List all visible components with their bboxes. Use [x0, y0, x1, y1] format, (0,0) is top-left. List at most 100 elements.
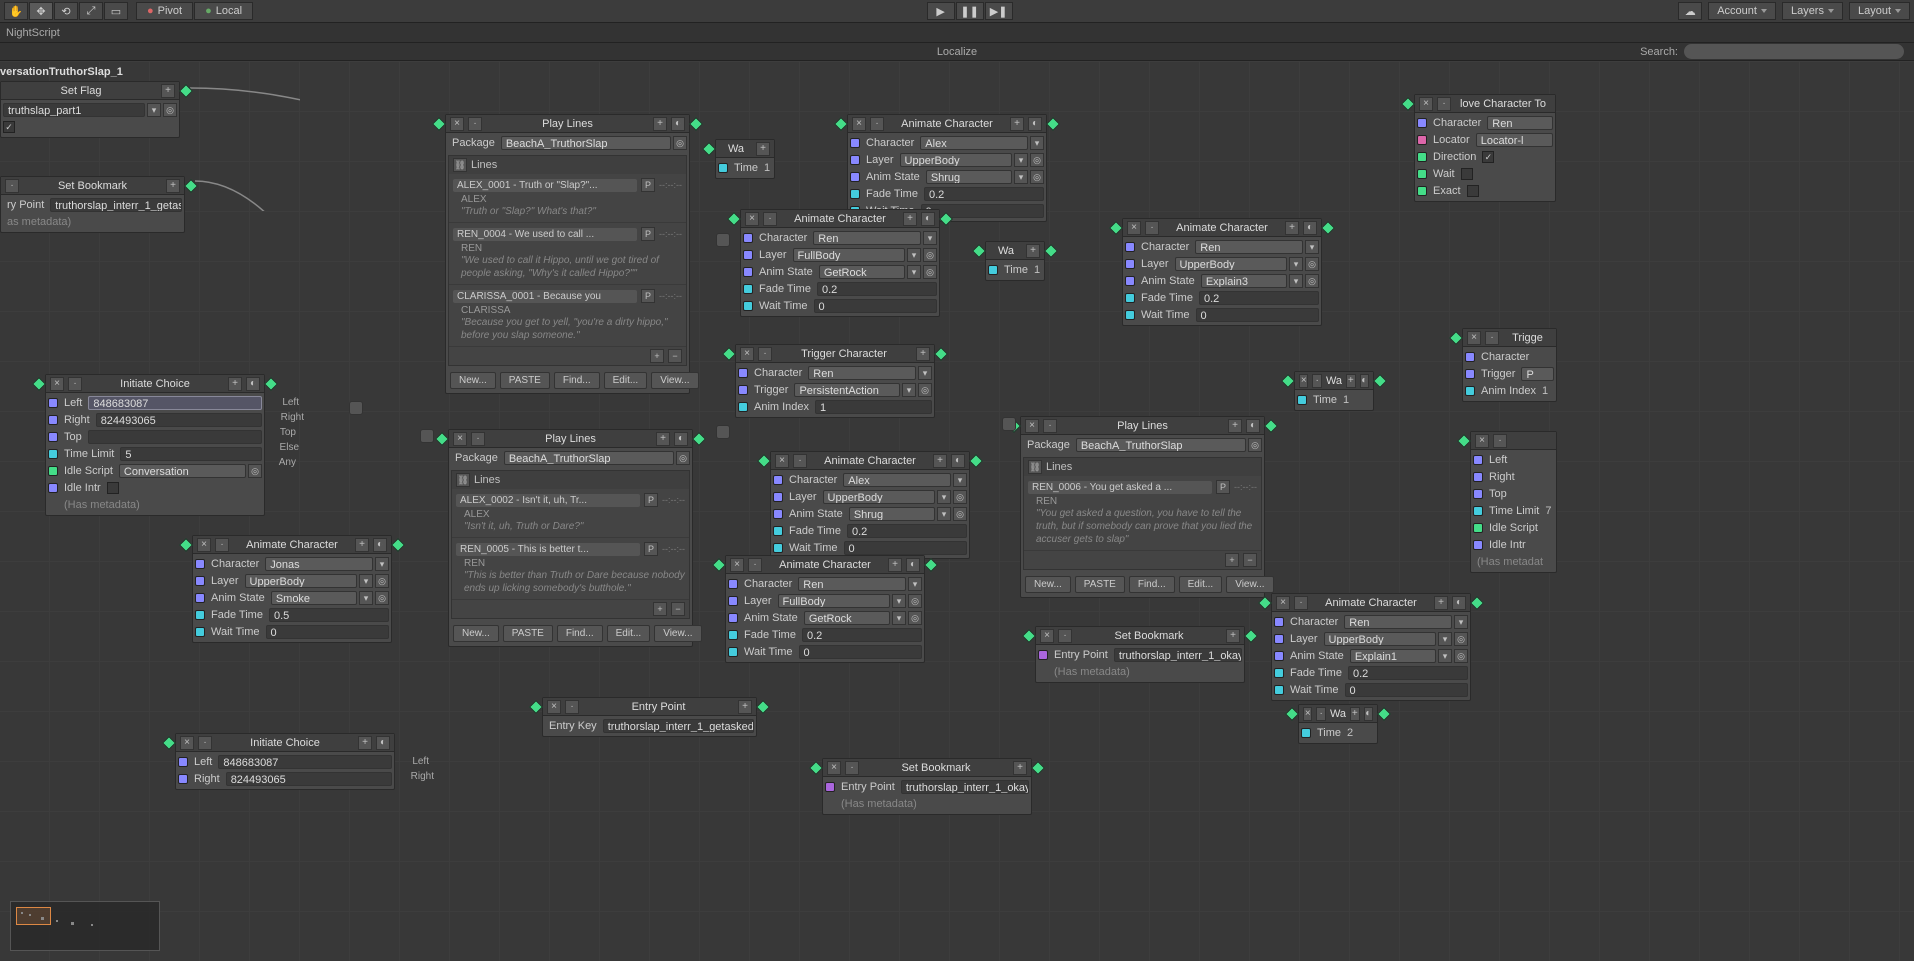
settings-button[interactable]: ◐ — [1452, 596, 1466, 610]
wait-field[interactable]: 0 — [814, 299, 938, 313]
reroute-node[interactable] — [349, 401, 363, 415]
close-button[interactable]: × — [1303, 707, 1312, 721]
add-button[interactable]: + — [933, 454, 947, 468]
rect-tool[interactable]: ▭ — [104, 2, 128, 20]
step-button[interactable]: ▶❚ — [985, 2, 1013, 20]
node-animate-character[interactable]: ×·Animate Character+◐ CharacterAlex▾ Lay… — [770, 451, 970, 559]
input-port[interactable] — [1125, 276, 1135, 286]
exec-out-port[interactable] — [1377, 707, 1391, 721]
close-button[interactable]: × — [745, 212, 759, 226]
line-item[interactable]: REN_0005 - This is better t...P--:--:-- … — [452, 538, 689, 600]
entry-field[interactable]: truthorslap_interr_1_okayso — [901, 780, 1029, 794]
node-animate-character[interactable]: ×·Animate Character+◐ CharacterAlex▾ Lay… — [847, 114, 1047, 222]
input-port[interactable] — [1274, 668, 1284, 678]
target-button[interactable]: ◎ — [1248, 438, 1262, 452]
dropdown-button[interactable]: ▾ — [923, 231, 937, 245]
layer-field[interactable]: UpperBody — [823, 490, 935, 504]
target-button[interactable]: ◎ — [1454, 649, 1468, 663]
input-port[interactable] — [1473, 540, 1483, 550]
input-port[interactable] — [1125, 310, 1135, 320]
dropdown-button[interactable]: ▾ — [937, 490, 951, 504]
line-preview[interactable]: P — [641, 289, 655, 303]
wait-field[interactable]: 0 — [799, 645, 923, 659]
exec-in-port[interactable] — [1449, 331, 1463, 345]
wait-field[interactable]: 0 — [1345, 683, 1469, 697]
input-port[interactable] — [728, 613, 738, 623]
exec-in-port[interactable] — [529, 700, 543, 714]
input-port[interactable] — [738, 385, 748, 395]
exec-out-port[interactable] — [184, 179, 198, 193]
dropdown-button[interactable]: ▾ — [937, 507, 951, 521]
collapse-button[interactable]: · — [215, 538, 229, 552]
exec-in-port[interactable] — [1401, 97, 1415, 111]
node-play-lines[interactable]: ×·Play Lines+◐ PackageBeachA_TruthorSlap… — [1020, 416, 1265, 598]
view-button[interactable]: View... — [1226, 576, 1273, 593]
input-port[interactable] — [850, 138, 860, 148]
exec-in-port[interactable] — [1109, 221, 1123, 235]
remove-line[interactable]: − — [1243, 553, 1257, 567]
fade-field[interactable]: 0.2 — [924, 187, 1044, 201]
direction-checkbox[interactable] — [1482, 151, 1494, 163]
exec-out-port[interactable] — [1264, 419, 1278, 433]
dropdown-button[interactable]: ▾ — [1030, 136, 1044, 150]
node-wait[interactable]: Wa+ Time1 — [985, 241, 1045, 281]
target-button[interactable]: ◎ — [1030, 170, 1044, 184]
close-button[interactable]: × — [852, 117, 866, 131]
node-entry-point[interactable]: ×·Entry Point+ Entry Keytruthorslap_inte… — [542, 697, 757, 737]
collapse-button[interactable]: · — [565, 700, 579, 714]
collapse-button[interactable]: · — [468, 117, 482, 131]
collapse-button[interactable]: · — [471, 432, 485, 446]
settings-button[interactable]: ◐ — [921, 212, 935, 226]
collapse-button[interactable]: · — [5, 179, 19, 193]
edit-button[interactable]: Edit... — [607, 625, 651, 642]
input-port[interactable] — [1417, 186, 1427, 196]
settings-button[interactable]: ◐ — [1246, 419, 1260, 433]
dropdown-button[interactable]: ▾ — [1305, 240, 1319, 254]
fade-field[interactable]: 0.2 — [802, 628, 922, 642]
node-canvas[interactable]: versationTruthorSlap_1 Set Flag + truths… — [0, 61, 1914, 961]
exec-in-port[interactable] — [809, 761, 823, 775]
exec-in-port[interactable] — [435, 432, 449, 446]
add-button[interactable]: + — [653, 117, 667, 131]
input-port[interactable] — [850, 172, 860, 182]
package-field[interactable]: BeachA_TruthorSlap — [501, 136, 671, 150]
exec-in-port[interactable] — [32, 377, 46, 391]
dropdown-button[interactable]: ▾ — [1014, 170, 1028, 184]
input-port[interactable] — [178, 774, 188, 784]
node-animate-character[interactable]: ×·Animate Character+◐ CharacterJonas▾ La… — [192, 535, 392, 643]
package-field[interactable]: BeachA_TruthorSlap — [1076, 438, 1246, 452]
remove-line[interactable]: − — [668, 349, 682, 363]
target-button[interactable]: ◎ — [1305, 274, 1319, 288]
target-button[interactable]: ◎ — [163, 103, 177, 117]
target-button[interactable]: ◎ — [918, 383, 932, 397]
input-port[interactable] — [1473, 506, 1483, 516]
input-port[interactable] — [743, 250, 753, 260]
link-icon[interactable]: ⛓ — [456, 473, 470, 487]
input-port[interactable] — [1274, 651, 1284, 661]
hand-tool[interactable]: ✋ — [4, 2, 28, 20]
close-button[interactable]: × — [775, 454, 789, 468]
add-button[interactable]: + — [1285, 221, 1299, 235]
target-button[interactable]: ◎ — [673, 136, 687, 150]
exec-out-port[interactable] — [1046, 117, 1060, 131]
exec-in-port[interactable] — [179, 538, 193, 552]
input-port[interactable] — [1125, 242, 1135, 252]
input-port[interactable] — [1417, 169, 1427, 179]
find-button[interactable]: Find... — [554, 372, 600, 389]
add-button[interactable]: + — [166, 179, 180, 193]
rotate-tool[interactable]: ⟲ — [54, 2, 78, 20]
input-port[interactable] — [743, 233, 753, 243]
char-field[interactable]: Ren — [813, 231, 921, 245]
collapse-button[interactable]: · — [758, 347, 772, 361]
input-port[interactable] — [738, 368, 748, 378]
node-set-flag[interactable]: Set Flag + truthslap_part1 ▾ ◎ — [0, 81, 180, 138]
move-tool[interactable]: ✥ — [29, 2, 53, 20]
input-port[interactable] — [850, 189, 860, 199]
state-field[interactable]: GetRock — [804, 611, 890, 625]
close-button[interactable]: × — [453, 432, 467, 446]
input-port[interactable] — [728, 647, 738, 657]
layer-field[interactable]: FullBody — [793, 248, 905, 262]
add-line[interactable]: + — [650, 349, 664, 363]
new-button[interactable]: New... — [1025, 576, 1071, 593]
settings-button[interactable]: ◐ — [671, 117, 685, 131]
